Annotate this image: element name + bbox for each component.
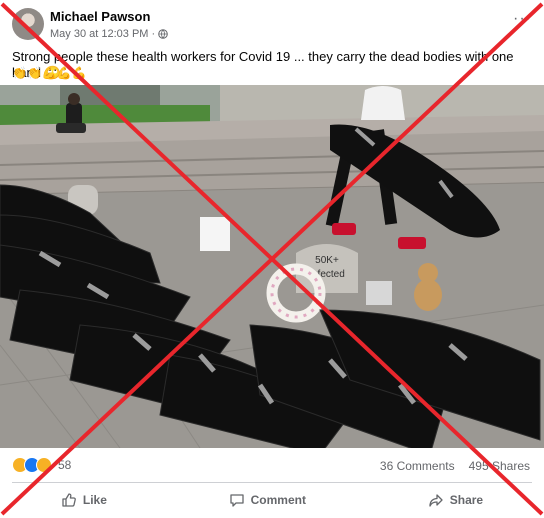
- like-label: Like: [82, 493, 107, 507]
- engagement-counts: 36 Comments 495 Shares: [380, 459, 530, 473]
- like-button[interactable]: Like: [47, 488, 121, 512]
- action-bar: Like Comment Share: [0, 484, 544, 516]
- care-reaction-icon: [36, 457, 52, 473]
- sign-text-1: 50K+: [315, 255, 339, 266]
- avatar[interactable]: [12, 8, 44, 40]
- share-button[interactable]: Share: [414, 488, 497, 512]
- reactions-summary[interactable]: 58: [12, 457, 71, 473]
- share-icon: [429, 494, 443, 507]
- divider: [12, 482, 532, 483]
- comments-count[interactable]: 36 Comments: [380, 459, 455, 473]
- reaction-count: 58: [58, 458, 72, 472]
- comment-label: Comment: [250, 493, 306, 507]
- meta-separator: ·: [151, 28, 156, 40]
- share-label: Share: [449, 493, 484, 507]
- post-date[interactable]: May 30 at 12:03 PM: [50, 28, 148, 40]
- post-photo[interactable]: 50K+ Infected: [0, 85, 544, 448]
- post-meta: May 30 at 12:03 PM ·: [50, 28, 168, 40]
- post-caption: Strong people these health workers for C…: [12, 49, 532, 81]
- post-author[interactable]: Michael Pawson: [50, 9, 150, 24]
- like-icon: [62, 493, 76, 507]
- globe-icon: [158, 29, 168, 39]
- more-icon[interactable]: ···: [513, 10, 532, 28]
- shares-count[interactable]: 495 Shares: [469, 459, 530, 473]
- facebook-post: Michael Pawson May 30 at 12:03 PM · ··· …: [0, 0, 544, 518]
- emoji-line: 👏👏💪💪💪: [12, 66, 87, 80]
- comment-icon: [229, 494, 244, 507]
- caption-text: Strong people these health workers for C…: [12, 49, 514, 80]
- comment-button[interactable]: Comment: [215, 488, 320, 512]
- photo-scene: 50K+ Infected: [0, 85, 544, 448]
